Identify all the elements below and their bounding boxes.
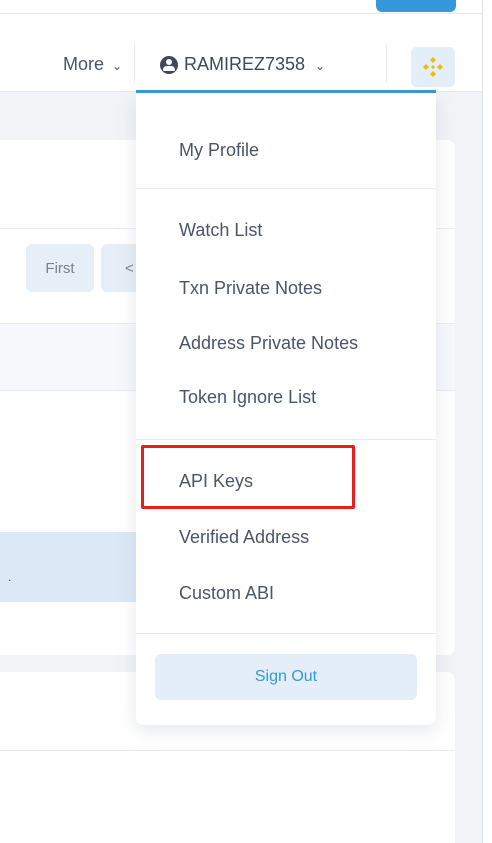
menu-item-address-private-notes[interactable]: Address Private Notes (179, 333, 358, 354)
chevron-down-icon: ⌄ (315, 58, 326, 73)
chevron-left-icon: < (125, 259, 134, 277)
chevron-down-icon: ⌄ (112, 58, 123, 73)
more-menu-label: More (63, 54, 105, 74)
user-dropdown-menu: My Profile Watch List Txn Private Notes … (136, 93, 436, 725)
menu-item-custom-abi[interactable]: Custom ABI (179, 583, 274, 604)
pagination-first-button[interactable]: First (26, 244, 94, 292)
menu-item-token-ignore-list[interactable]: Token Ignore List (179, 387, 316, 408)
menu-divider (136, 188, 436, 189)
bnb-logo-icon (423, 57, 443, 77)
user-circle-icon (160, 55, 178, 74)
top-tab[interactable] (376, 0, 456, 12)
card-divider (0, 750, 455, 751)
network-selector-button[interactable] (411, 47, 455, 87)
user-menu[interactable]: RAMIREZ7358 ⌄ (160, 54, 325, 75)
username-label: RAMIREZ7358 (184, 54, 306, 74)
header-nav: More ⌄ RAMIREZ7358 ⌄ (0, 14, 482, 92)
menu-item-api-keys[interactable]: API Keys (179, 471, 253, 492)
menu-item-txn-private-notes[interactable]: Txn Private Notes (179, 278, 322, 299)
table-row-text: . (8, 570, 12, 584)
more-menu[interactable]: More ⌄ (63, 54, 122, 75)
sign-out-button[interactable]: Sign Out (155, 654, 417, 700)
menu-item-my-profile[interactable]: My Profile (179, 140, 259, 161)
menu-item-watch-list[interactable]: Watch List (179, 220, 262, 241)
nav-separator (134, 44, 135, 82)
scrollbar-track[interactable] (482, 0, 492, 843)
menu-divider (136, 439, 436, 440)
nav-separator (386, 44, 387, 82)
menu-divider (136, 633, 436, 634)
menu-item-verified-address[interactable]: Verified Address (179, 527, 309, 548)
pagination-prev-button[interactable]: < (101, 244, 141, 292)
